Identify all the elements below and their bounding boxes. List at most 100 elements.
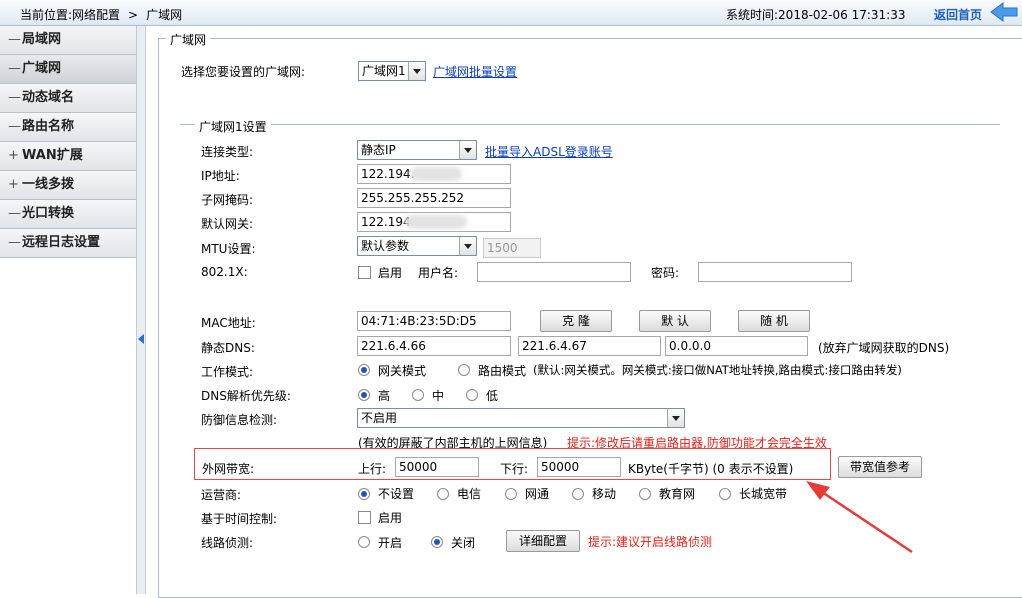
mode-gateway-radio[interactable]	[358, 364, 370, 376]
mtu-select-value: 默认参数	[361, 239, 410, 253]
mac-field[interactable]: 04:71:4B:23:5D:D5	[357, 311, 511, 331]
bandwidth-label: 外网带宽:	[202, 462, 255, 476]
sidebar-item[interactable]: + 一线多拨	[0, 171, 136, 200]
dot1x-checkbox[interactable]	[358, 266, 371, 279]
wan-legend: 广域网	[166, 31, 211, 48]
sidebar-item[interactable]: —路由名称	[0, 113, 136, 142]
username-field[interactable]	[477, 262, 631, 282]
sidebar-item-label: WAN扩展	[22, 148, 83, 163]
sidebar-item[interactable]: —动态域名	[0, 84, 136, 113]
breadcrumb-separator: >	[128, 8, 139, 22]
isp-option-label: 教育网	[659, 487, 696, 501]
sidebar-splitter[interactable]	[137, 26, 146, 594]
detect-off-radio[interactable]	[431, 536, 443, 548]
isp-radio[interactable]	[437, 488, 449, 500]
sidebar-item[interactable]: + WAN扩展	[0, 142, 136, 171]
upload-field[interactable]: 50000	[395, 457, 479, 477]
defense-select[interactable]: 不启用	[357, 408, 685, 428]
collapse-minus-icon: —	[8, 61, 21, 76]
wan-select-label: 选择您要设置的广域网:	[181, 65, 306, 79]
download-value: 50000	[541, 460, 580, 474]
sidebar-item-label: 广域网	[22, 61, 62, 76]
download-field[interactable]: 50000	[537, 457, 621, 477]
adsl-import-link[interactable]: 批量导入ADSL登录账号	[485, 143, 613, 160]
detail-config-button[interactable]: 详细配置	[506, 530, 580, 552]
sidebar-item-label: 一线多拨	[22, 177, 75, 192]
mtu-value: 1500	[487, 241, 518, 255]
isp-option-label: 电信	[457, 487, 482, 501]
breadcrumb: 当前位置:网络配置 > 广域网	[20, 6, 182, 23]
breadcrumb-parent: 当前位置:网络配置	[20, 8, 121, 22]
sidebar: —局域网 —广域网 —动态域名 —路由名称 + WAN扩展 + 一线多拨 —光口转换 —远程日志设…	[0, 26, 137, 594]
sidebar-item[interactable]: —广域网	[0, 55, 136, 84]
sidebar-item[interactable]: —远程日志设置	[0, 229, 136, 258]
clone-button[interactable]: 克 隆	[540, 310, 612, 332]
dns1-field[interactable]: 221.6.4.66	[357, 336, 511, 356]
chevron-down-icon	[459, 141, 476, 159]
collapse-minus-icon: —	[8, 119, 21, 134]
default-button[interactable]: 默 认	[639, 310, 711, 332]
dot1x-enable-label: 启用	[378, 266, 403, 280]
wan-batch-settings-link[interactable]: 广域网批量设置	[433, 63, 517, 80]
priority-high-radio[interactable]	[358, 389, 370, 401]
bandwidth-unit: KByte(千字节) (0 表示不设置)	[628, 462, 794, 476]
priority-mid-label: 中	[432, 389, 445, 403]
mtu-field[interactable]: 1500	[483, 238, 541, 258]
collapse-minus-icon: —	[8, 32, 21, 47]
priority-low-label: 低	[486, 389, 499, 403]
mask-label: 子网掩码:	[201, 193, 254, 207]
mode-note: (默认:网关模式。网关模式:接口做NAT地址转换,路由模式:接口路由转发)	[533, 363, 902, 377]
upload-value: 50000	[399, 460, 438, 474]
isp-radio[interactable]	[719, 488, 731, 500]
mode-router-radio[interactable]	[458, 364, 470, 376]
username-label: 用户名:	[418, 266, 459, 280]
bandwidth-reference-button[interactable]: 带宽值参考	[838, 456, 922, 478]
sidebar-item[interactable]: —光口转换	[0, 200, 136, 229]
defense-select-value: 不启用	[361, 411, 398, 425]
detect-on-label: 开启	[378, 536, 403, 550]
isp-label: 运营商:	[201, 488, 242, 502]
mask-field[interactable]: 255.255.255.252	[357, 188, 511, 208]
ip-label: IP地址:	[201, 169, 240, 183]
mode-router-label: 路由模式	[478, 364, 527, 378]
collapse-minus-icon: —	[8, 206, 21, 221]
isp-option-label: 不设置	[378, 487, 415, 501]
password-field[interactable]	[698, 262, 852, 282]
isp-radio[interactable]	[358, 488, 370, 500]
time-control-checkbox[interactable]	[358, 511, 371, 524]
isp-option-label: 移动	[592, 487, 617, 501]
conn-type-label: 连接类型:	[201, 145, 254, 159]
chevron-down-icon	[667, 409, 684, 427]
redacted-mask	[410, 167, 462, 181]
sidebar-item[interactable]: —局域网	[0, 26, 136, 55]
expand-plus-icon: +	[8, 148, 19, 163]
dns3-value: 0.0.0.0	[669, 339, 711, 353]
line-detect-label: 线路侦测:	[201, 536, 254, 550]
isp-radio[interactable]	[505, 488, 517, 500]
conn-type-select[interactable]: 静态IP	[357, 140, 477, 160]
dns-note: (放弃广域网获取的DNS)	[818, 341, 950, 355]
dns3-field[interactable]: 0.0.0.0	[665, 336, 808, 356]
detect-on-radio[interactable]	[358, 536, 370, 548]
dot1x-label: 802.1X:	[201, 265, 248, 279]
wan-select[interactable]: 广域网1	[358, 61, 426, 81]
dns2-field[interactable]: 221.6.4.67	[518, 336, 661, 356]
return-home-arrow-icon[interactable]	[989, 2, 1019, 22]
priority-low-radio[interactable]	[466, 389, 478, 401]
wan-select-value: 广域网1	[362, 64, 406, 78]
priority-mid-radio[interactable]	[412, 389, 424, 401]
isp-radio[interactable]	[639, 488, 651, 500]
expand-plus-icon: +	[8, 177, 19, 192]
isp-radio[interactable]	[572, 488, 584, 500]
dns2-value: 221.6.4.67	[522, 339, 587, 353]
mtu-select[interactable]: 默认参数	[357, 236, 477, 256]
random-button[interactable]: 随 机	[738, 310, 810, 332]
download-label: 下行:	[500, 462, 529, 476]
mode-label: 工作模式:	[201, 365, 254, 379]
collapse-arrow-icon[interactable]	[138, 334, 144, 344]
chevron-down-icon	[459, 237, 476, 255]
isp-option-label: 长城宽带	[739, 487, 788, 501]
section-divider	[180, 124, 1000, 125]
return-home-link[interactable]: 返回首页	[934, 6, 982, 23]
time-control-enable-label: 启用	[378, 511, 403, 525]
